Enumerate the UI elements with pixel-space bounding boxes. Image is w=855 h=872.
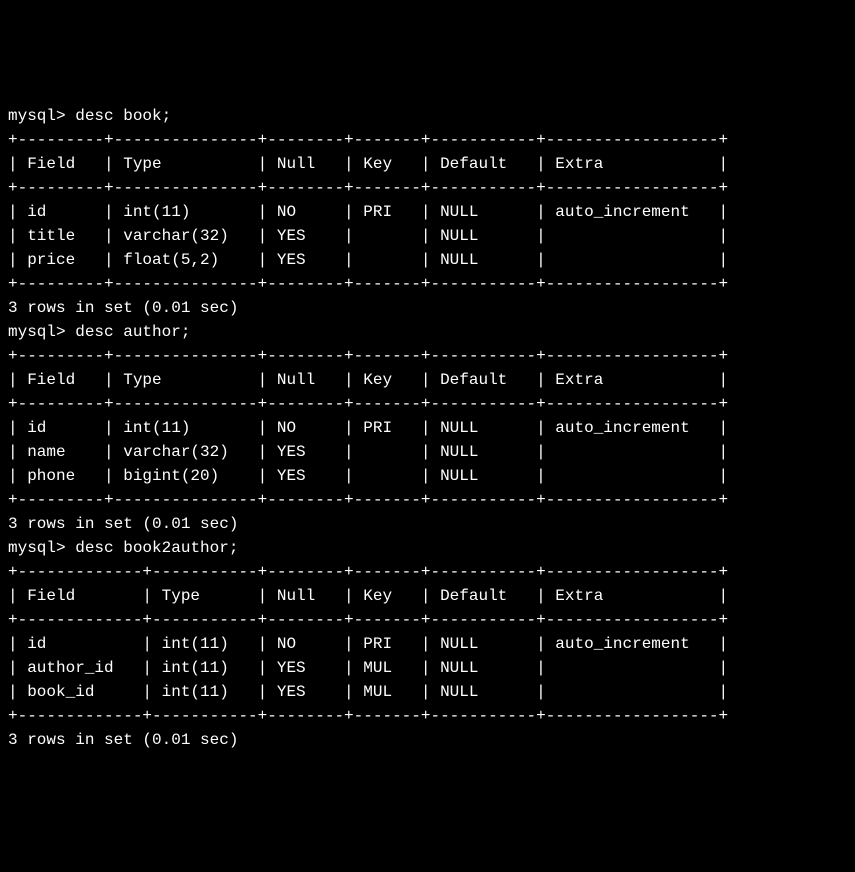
table-header-row: | Field | Type | Null | Key | Default | … xyxy=(8,584,847,608)
table-row: | id | int(11) | NO | PRI | NULL | auto_… xyxy=(8,416,847,440)
table-border: +---------+---------------+--------+----… xyxy=(8,128,847,152)
prompt-line[interactable]: mysql> desc book; xyxy=(8,104,847,128)
table-row: | id | int(11) | NO | PRI | NULL | auto_… xyxy=(8,632,847,656)
mysql-prompt: mysql> xyxy=(8,539,75,557)
table-border: +---------+---------------+--------+----… xyxy=(8,392,847,416)
result-footer: 3 rows in set (0.01 sec) xyxy=(8,728,847,752)
prompt-line[interactable]: mysql> desc book2author; xyxy=(8,536,847,560)
mysql-prompt: mysql> xyxy=(8,323,75,341)
table-border: +-------------+-----------+--------+----… xyxy=(8,560,847,584)
table-border: +---------+---------------+--------+----… xyxy=(8,272,847,296)
result-footer: 3 rows in set (0.01 sec) xyxy=(8,296,847,320)
table-row: | id | int(11) | NO | PRI | NULL | auto_… xyxy=(8,200,847,224)
mysql-terminal[interactable]: mysql> desc book;+---------+------------… xyxy=(8,104,847,752)
table-header-row: | Field | Type | Null | Key | Default | … xyxy=(8,368,847,392)
prompt-line[interactable]: mysql> desc author; xyxy=(8,320,847,344)
table-row: | author_id | int(11) | YES | MUL | NULL… xyxy=(8,656,847,680)
table-row: | phone | bigint(20) | YES | | NULL | | xyxy=(8,464,847,488)
table-border: +---------+---------------+--------+----… xyxy=(8,344,847,368)
table-header-row: | Field | Type | Null | Key | Default | … xyxy=(8,152,847,176)
table-border: +---------+---------------+--------+----… xyxy=(8,488,847,512)
result-footer: 3 rows in set (0.01 sec) xyxy=(8,512,847,536)
sql-command: desc book; xyxy=(75,107,171,125)
table-border: +-------------+-----------+--------+----… xyxy=(8,704,847,728)
mysql-prompt: mysql> xyxy=(8,107,75,125)
table-row: | title | varchar(32) | YES | | NULL | | xyxy=(8,224,847,248)
table-border: +-------------+-----------+--------+----… xyxy=(8,608,847,632)
table-row: | name | varchar(32) | YES | | NULL | | xyxy=(8,440,847,464)
table-row: | price | float(5,2) | YES | | NULL | | xyxy=(8,248,847,272)
sql-command: desc book2author; xyxy=(75,539,238,557)
table-row: | book_id | int(11) | YES | MUL | NULL |… xyxy=(8,680,847,704)
table-border: +---------+---------------+--------+----… xyxy=(8,176,847,200)
sql-command: desc author; xyxy=(75,323,190,341)
